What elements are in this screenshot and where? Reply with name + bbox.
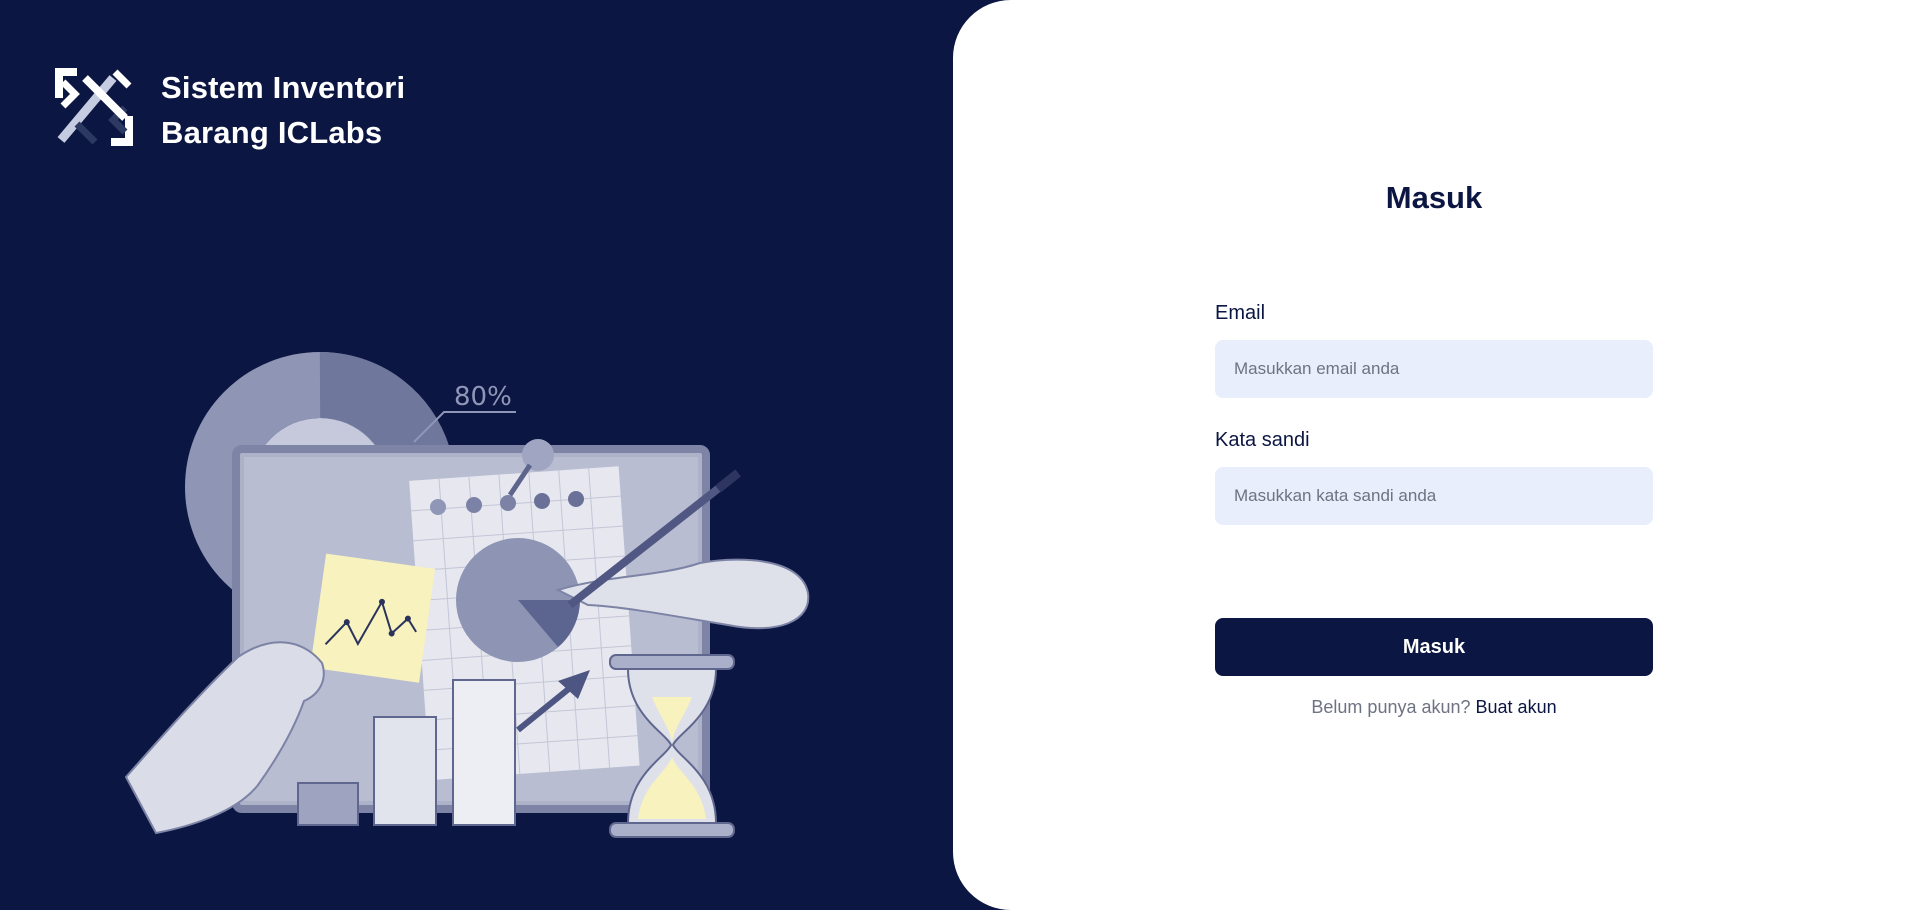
register-row: Belum punya akun? Buat akun (1215, 697, 1653, 718)
percent-label: 80% (454, 382, 512, 412)
email-label: Email (1215, 302, 1266, 324)
password-field[interactable] (1215, 467, 1653, 525)
brand-title-line1: Sistem Inventori (161, 70, 406, 105)
inventory-analytics-illustration: 80% (124, 351, 810, 838)
password-label: Kata sandi (1215, 429, 1310, 451)
brand-title-line2: Barang ICLabs (161, 115, 383, 150)
login-title: Masuk (1385, 180, 1483, 215)
register-prompt: Belum punya akun? (1311, 697, 1471, 717)
left-panel: Sistem Inventori Barang ICLabs 80% (0, 0, 980, 910)
register-link[interactable]: Buat akun (1476, 697, 1557, 717)
iclabs-logo-icon (55, 68, 133, 146)
email-field[interactable] (1215, 340, 1653, 398)
login-button[interactable]: Masuk (1215, 618, 1653, 676)
login-panel: Masuk Email Kata sandi Masuk Belum punya… (953, 0, 1912, 910)
brand-header: Sistem Inventori Barang ICLabs (55, 65, 405, 155)
brand-title: Sistem Inventori Barang ICLabs (161, 65, 405, 155)
